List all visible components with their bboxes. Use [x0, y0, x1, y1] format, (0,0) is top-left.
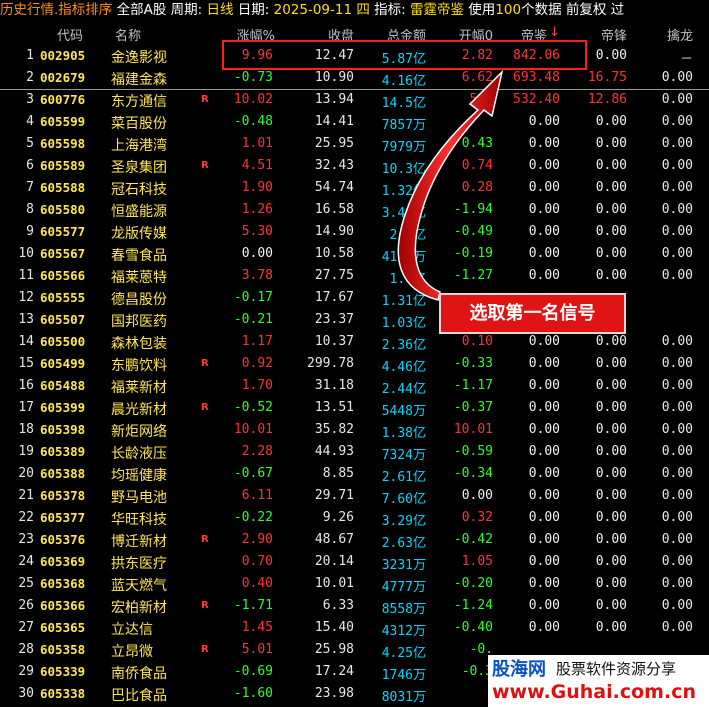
- annotation-arrow-icon: [397, 69, 504, 301]
- watermark-title: 股海网: [492, 659, 546, 680]
- watermark: 股海网 股票软件资源分享 www.Guhai.com.cn: [488, 655, 709, 707]
- watermark-subtitle: 股票软件资源分享: [556, 660, 677, 678]
- callout-label: 选取第一名信号: [439, 293, 626, 334]
- watermark-url: www.Guhai.com.cn: [492, 681, 696, 703]
